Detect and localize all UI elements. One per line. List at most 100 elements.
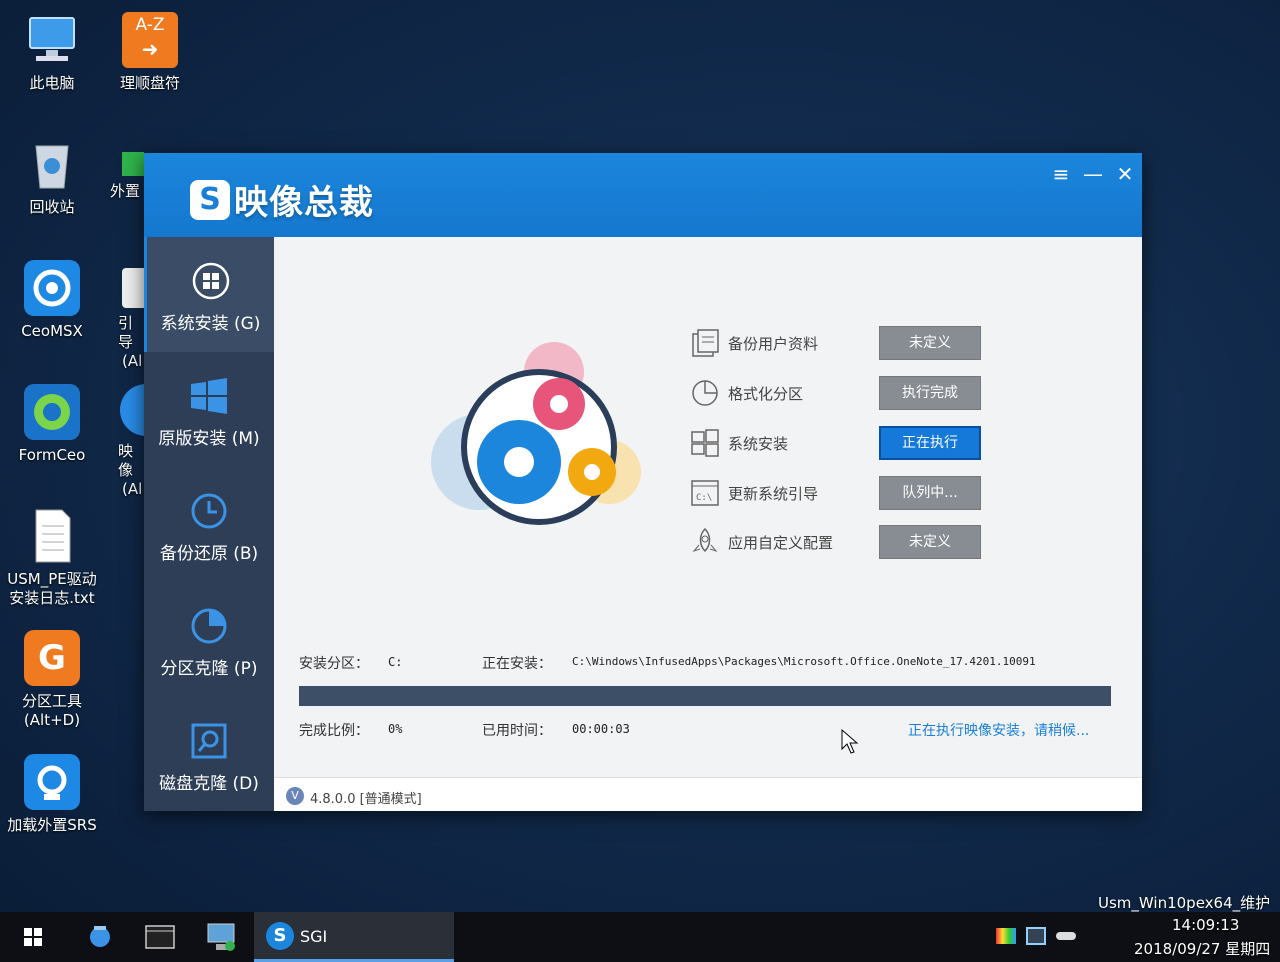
desktop-icon-partition-tool[interactable]: G 分区工具 (Alt+D) <box>4 630 100 730</box>
sgi-icon: S <box>266 922 294 950</box>
recycle-bin-icon <box>24 136 80 192</box>
version-text: 4.8.0.0 [普通模式] <box>310 792 422 807</box>
nav-label: 原版安装 (M) <box>158 429 260 449</box>
desktop-icon-image[interactable]: 映像 (Al <box>96 384 144 499</box>
desktop-icon-label: 分区工具 <box>21 692 82 710</box>
taskbar-cmd-button[interactable] <box>130 912 190 962</box>
installing-label: 正在安装： <box>482 656 552 672</box>
disk-search-icon <box>189 721 229 761</box>
rocket-icon <box>690 527 720 557</box>
progress-value: 0% <box>388 722 403 736</box>
close-button[interactable]: ✕ <box>1112 161 1138 187</box>
install-partition-label: 安装分区： <box>299 656 369 672</box>
taskbar-tools-button[interactable] <box>70 912 130 962</box>
formceo-icon <box>24 384 80 440</box>
text-file-icon <box>24 508 80 564</box>
windows-logo-icon <box>189 376 229 416</box>
desktop-icon-label: 加载外置SRS <box>7 816 97 834</box>
nav-label: 系统安装 (G) <box>160 314 261 334</box>
install-progress-bar <box>299 686 1111 706</box>
ceomsx-icon <box>24 260 80 316</box>
nav-backup-restore[interactable]: 备份还原 (B) <box>144 467 274 582</box>
desktop-icon-sublabel: (Al <box>122 480 143 498</box>
nav-label: 磁盘克隆 (D) <box>159 774 259 794</box>
nav-label: 分区克隆 (P) <box>160 659 258 679</box>
task-label: 备份用户资料 <box>728 334 819 353</box>
a-z-icon-text: A-Z <box>135 15 165 35</box>
a-z-icon: A-Z ➜ <box>122 12 178 68</box>
desktop-icon-formceo[interactable]: FormCeo <box>4 384 100 465</box>
app-logo: S 映像总裁 <box>190 175 374 224</box>
desktop-icon-label: 映像 <box>118 442 134 479</box>
task-label: 格式化分区 <box>728 384 804 403</box>
sidebar: 系统安装 (G) 原版安装 (M) 备份还原 (B) 分区克隆 (P) 磁盘克隆… <box>144 237 274 811</box>
desktop-icon-this-pc[interactable]: 此电脑 <box>4 12 100 93</box>
documents-icon <box>690 328 720 358</box>
desktop-icon-ceomsx[interactable]: CeoMSX <box>4 260 100 341</box>
task-label: 应用自定义配置 <box>728 533 834 552</box>
desktop-icon-boot[interactable]: 引导 (Al <box>96 268 144 371</box>
desktop-icon-external[interactable]: 外置 <box>78 152 146 201</box>
minimize-button[interactable]: — <box>1080 161 1106 187</box>
image-master-window: S 映像总裁 ≡ — ✕ 系统安装 (G) 原版安装 (M) 备份还原 (B) <box>144 153 1142 811</box>
elapsed-label: 已用时间： <box>482 723 552 739</box>
main-content: 备份用户资料 未定义 格式化分区 执行完成 系统安装 正在执行 C:\ 更新系统… <box>274 237 1142 777</box>
desktop-icon-load-srs[interactable]: 加载外置SRS <box>4 754 100 835</box>
taskbar-sgi-app[interactable]: S SGI <box>254 912 454 962</box>
clock-time[interactable]: 14:09:13 <box>1172 916 1239 934</box>
tray-drive-icon[interactable] <box>1056 932 1076 940</box>
nav-original-install[interactable]: 原版安装 (M) <box>144 352 274 467</box>
desktop-icon-label: FormCeo <box>18 446 86 464</box>
desktop-icon-label: 引导 <box>118 314 134 351</box>
desktop-icon-drive-letters[interactable]: A-Z ➜ 理顺盘符 <box>102 12 198 93</box>
task-label: 更新系统引导 <box>728 484 819 503</box>
computer-icon <box>24 12 80 68</box>
desktop-icon-label: 此电脑 <box>29 74 75 92</box>
clock-date[interactable]: 2018/09/27 星期四 <box>1134 938 1270 959</box>
svg-text:C:\: C:\ <box>696 493 712 503</box>
task-status-button[interactable]: 执行完成 <box>879 376 981 410</box>
nav-partition-clone[interactable]: 分区克隆 (P) <box>144 582 274 697</box>
window-title: 映像总裁 <box>234 183 374 223</box>
elapsed-value: 00:00:03 <box>572 722 630 736</box>
window-titlebar[interactable]: S 映像总裁 ≡ — ✕ <box>144 153 1142 237</box>
taskbar: S SGI 14:09:13 2018/09/27 星期四 <box>0 912 1280 962</box>
command-prompt-icon <box>145 925 175 949</box>
taskbar-explorer-button[interactable] <box>192 912 252 962</box>
srs-icon <box>24 754 80 810</box>
windows-logo-icon <box>690 428 720 458</box>
partition-tool-icon: G <box>24 630 80 686</box>
desktop-icon-usm-log[interactable]: USM_PE驱动 安装日志.txt <box>4 508 100 608</box>
installing-path: C:\Windows\InfusedApps\Packages\Microsof… <box>572 655 1036 668</box>
progress-label: 完成比例： <box>299 723 369 739</box>
desktop-icon-sublabel: (Alt+D) <box>23 711 81 729</box>
desktop-icon-label: 理顺盘符 <box>119 74 180 92</box>
desktop-icon-sublabel: 安装日志.txt <box>9 589 95 607</box>
clock-restore-icon <box>189 491 229 531</box>
desktop-icon-label: USM_PE驱动 <box>7 570 97 588</box>
task-status-button[interactable]: 未定义 <box>879 525 981 559</box>
taskbar-app-label: SGI <box>300 927 328 946</box>
image-app-icon <box>120 384 144 436</box>
tools-icon <box>90 926 110 947</box>
desktop-icon-label: CeoMSX <box>21 322 83 340</box>
start-button[interactable] <box>2 912 62 962</box>
command-prompt-icon: C:\ <box>690 478 720 508</box>
gears-illustration <box>424 332 644 552</box>
nav-disk-clone[interactable]: 磁盘克隆 (D) <box>144 697 274 812</box>
pie-chart-icon <box>690 378 720 408</box>
nav-label: 备份还原 (B) <box>159 544 259 564</box>
task-status-button[interactable]: 正在执行 <box>879 426 981 460</box>
boot-icon <box>122 268 144 308</box>
tray-color-icon[interactable] <box>996 928 1016 944</box>
mouse-cursor-icon <box>841 728 859 759</box>
desktop-icon-sublabel: (Al <box>122 352 143 370</box>
menu-button[interactable]: ≡ <box>1048 161 1074 187</box>
desktop-icon-label: 外置 <box>110 182 141 200</box>
task-status-button[interactable]: 未定义 <box>879 326 981 360</box>
nav-system-install[interactable]: 系统安装 (G) <box>144 237 274 352</box>
external-icon <box>122 152 144 176</box>
task-status-button[interactable]: 队列中... <box>879 476 981 510</box>
tray-network-icon[interactable] <box>1026 927 1046 945</box>
version-footer: V 4.8.0.0 [普通模式] <box>274 777 1142 811</box>
